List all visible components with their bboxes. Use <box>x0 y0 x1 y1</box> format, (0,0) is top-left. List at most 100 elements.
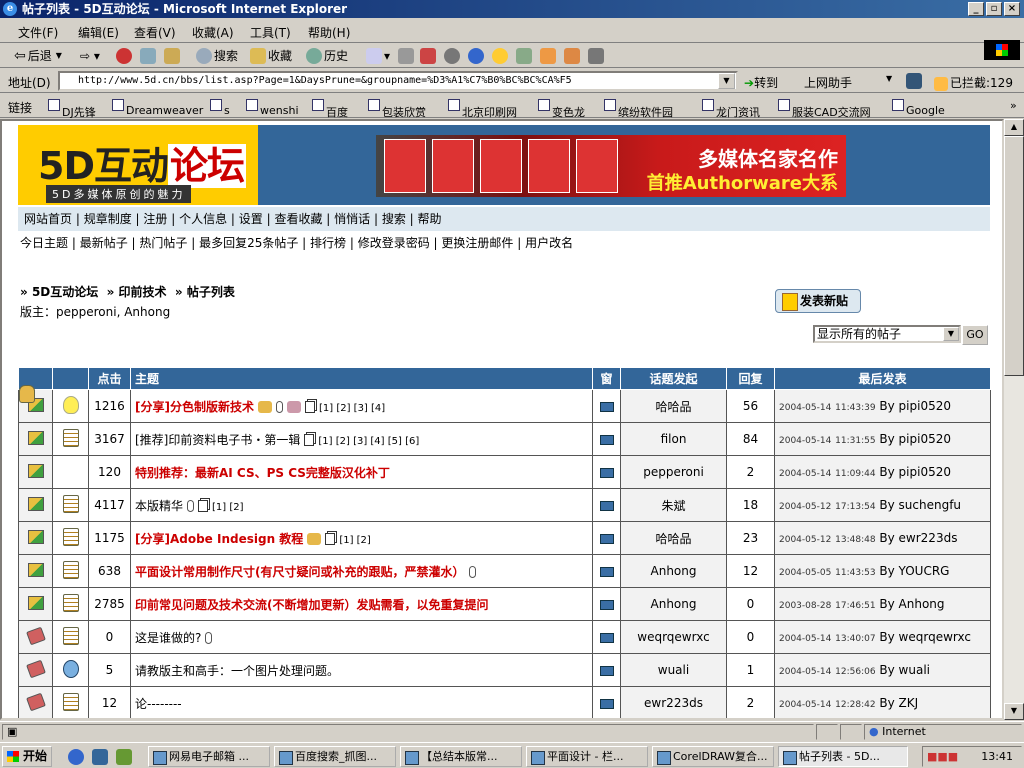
filter-go-button[interactable]: GO <box>962 325 988 345</box>
messenger-button[interactable] <box>444 47 462 65</box>
last-post-user[interactable]: By pipi0520 <box>879 432 951 446</box>
search-button[interactable]: 搜索 <box>196 47 238 65</box>
breadcrumb-board[interactable]: 印前技术 <box>119 285 167 299</box>
home-button[interactable] <box>164 47 182 65</box>
task-baidu[interactable]: 百度搜索_抓图... <box>274 746 396 767</box>
forum-logo[interactable]: 5D互动论坛 5D多媒体原创的魅力 <box>18 125 258 205</box>
table-row[interactable]: 12 论-------- ewr223ds 2 2004-05-14 12:28:42 … <box>18 686 991 718</box>
address-input[interactable]: http://www.5d.cn/bbs/list.asp?Page=1&Day… <box>58 71 738 91</box>
nav-change-email[interactable]: 更换注册邮件 <box>441 236 513 250</box>
nav-hot-posts[interactable]: 热门帖子 <box>139 236 187 250</box>
multipage-icon[interactable] <box>325 532 336 545</box>
topic-author[interactable]: 哈哈品 <box>620 389 727 423</box>
nav-ranking[interactable]: 排行榜 <box>310 236 346 250</box>
last-post-user[interactable]: By weqrqewrxc <box>879 630 971 644</box>
close-button[interactable]: × <box>1004 2 1020 16</box>
page-links[interactable]: [1] [2] <box>339 535 371 546</box>
topic-author[interactable]: ewr223ds <box>620 686 727 718</box>
back-button[interactable]: ⇦ 后退 ▼ <box>14 47 62 65</box>
nav-profile[interactable]: 个人信息 <box>179 212 227 226</box>
topic-link[interactable]: 平面设计常用制作尺寸(有尺寸疑问或补充的跟贴，严禁灌水） <box>135 565 465 579</box>
topic-filter-select[interactable]: 显示所有的帖子 ▼ <box>813 325 961 343</box>
ext-button-2[interactable] <box>492 47 510 65</box>
link-item[interactable]: s <box>210 99 230 117</box>
go-button[interactable]: ➔转到 <box>744 74 778 91</box>
topic-author[interactable]: Anhong <box>620 554 727 588</box>
web-helper[interactable]: 上网助手 <box>804 74 852 91</box>
ext-button-6[interactable] <box>588 47 606 65</box>
topic-link[interactable]: 论-------- <box>135 697 182 711</box>
address-dropdown[interactable]: ▼ <box>718 73 735 89</box>
table-row[interactable]: 1175 [分享]Adobe Indesign 教程 [1] [2] 哈哈品 23 200… <box>18 521 991 555</box>
topic-link[interactable]: [推荐]印前资料电子书・第一辑 <box>135 433 300 447</box>
task-mail[interactable]: 网易电子邮箱 ... <box>148 746 270 767</box>
print-button[interactable] <box>398 47 416 65</box>
scroll-thumb[interactable] <box>1004 136 1024 376</box>
mail-button[interactable]: ▾ <box>366 47 390 65</box>
link-item[interactable]: 包装欣赏 <box>368 99 426 119</box>
table-row[interactable]: 120 特别推荐：最新AI CS、PS CS完整版汉化补丁 pepperoni 2 20… <box>18 384 991 489</box>
popup-blocked-count[interactable]: 已拦截:129 <box>934 74 1013 91</box>
shield-button[interactable] <box>420 47 438 65</box>
ext-button-3[interactable] <box>516 47 534 65</box>
topic-author[interactable]: 朱斌 <box>620 488 727 522</box>
ext-button-4[interactable] <box>540 47 558 65</box>
topic-link[interactable]: [分享]Adobe Indesign 教程 <box>135 532 303 546</box>
ext-button-5[interactable] <box>564 47 582 65</box>
last-post-user[interactable]: By suchengfu <box>879 498 961 512</box>
links-more-icon[interactable]: » <box>1010 99 1017 112</box>
new-window-icon[interactable] <box>599 467 614 478</box>
table-row[interactable]: 5 请教版主和高手：一个图片处理问题。 wuali 1 2004-05-14 12:56… <box>18 653 991 687</box>
new-window-icon[interactable] <box>599 500 614 511</box>
topic-author[interactable]: 哈哈品 <box>620 521 727 555</box>
table-row[interactable]: 2785 印前常见问题及技术交流(不断增加更新）发贴需看，以免重复提问 Anhong… <box>18 587 991 621</box>
menu-favorites[interactable]: 收藏(A) <box>192 24 234 41</box>
task-thread-list[interactable]: 帖子列表 - 5D... <box>778 746 908 767</box>
last-post-user[interactable]: By Anhong <box>879 597 944 611</box>
task-design[interactable]: 平面设计 - 栏... <box>526 746 648 767</box>
link-item[interactable]: 北京印刷网 <box>448 99 517 119</box>
nav-search[interactable]: 搜索 <box>382 212 406 226</box>
topic-author[interactable]: pepperoni <box>620 455 727 489</box>
nav-today-topics[interactable]: 今日主题 <box>20 236 68 250</box>
link-item[interactable]: DJ先锋 <box>48 99 96 119</box>
new-window-icon[interactable] <box>599 566 614 577</box>
new-window-icon[interactable] <box>599 599 614 610</box>
topic-link[interactable]: 请教版主和高手：一个图片处理问题。 <box>135 664 339 678</box>
app-quicklaunch-icon[interactable] <box>116 749 132 765</box>
menu-edit[interactable]: 编辑(E) <box>78 24 119 41</box>
last-post-user[interactable]: By ewr223ds <box>879 531 957 545</box>
link-item[interactable]: 变色龙 <box>538 99 585 119</box>
link-item[interactable]: 百度 <box>312 99 348 119</box>
menu-help[interactable]: 帮助(H) <box>308 24 350 41</box>
page-links[interactable]: [1] [2] [3] [4] <box>319 403 385 414</box>
task-coreldraw[interactable]: CorelDRAW复合... <box>652 746 774 767</box>
menu-file[interactable]: 文件(F) <box>18 24 58 41</box>
start-button[interactable]: 开始 <box>2 746 52 767</box>
ie-quicklaunch-icon[interactable] <box>68 749 84 765</box>
nav-register[interactable]: 注册 <box>143 212 167 226</box>
nav-help[interactable]: 帮助 <box>418 212 442 226</box>
last-post-user[interactable]: By pipi0520 <box>879 465 951 479</box>
link-item[interactable]: 服装CAD交流网 <box>778 99 871 119</box>
topic-author[interactable]: wuali <box>620 653 727 687</box>
topic-link[interactable]: 这是谁做的? <box>135 631 201 645</box>
scroll-down-button[interactable]: ▼ <box>1004 703 1024 720</box>
last-post-user[interactable]: By pipi0520 <box>879 399 951 413</box>
page-links[interactable]: [1] [2] <box>212 502 244 513</box>
last-post-user[interactable]: By wuali <box>879 663 930 677</box>
nav-latest-posts[interactable]: 最新帖子 <box>80 236 128 250</box>
stop-button[interactable] <box>116 47 134 65</box>
helper-dropdown-icon[interactable]: ▼ <box>886 74 892 83</box>
nav-rename[interactable]: 用户改名 <box>525 236 573 250</box>
scroll-up-button[interactable]: ▲ <box>1004 119 1024 136</box>
table-row[interactable]: 1216 [分享]分色制版新技术 [1] [2] [3] [4] 哈哈品 56 2004-… <box>18 389 991 423</box>
eraser-icon[interactable] <box>906 73 922 89</box>
link-item[interactable]: 缤纷软件园 <box>604 99 673 119</box>
multipage-icon[interactable] <box>198 499 209 512</box>
breadcrumb-forum[interactable]: 5D互动论坛 <box>32 285 98 299</box>
new-window-icon[interactable] <box>599 665 614 676</box>
nav-most-replied[interactable]: 最多回复25条帖子 <box>199 236 298 250</box>
ad-banner[interactable]: 多媒体名家名作 首推Authorware大系 <box>376 135 846 197</box>
history-button[interactable]: 历史 <box>306 47 348 65</box>
